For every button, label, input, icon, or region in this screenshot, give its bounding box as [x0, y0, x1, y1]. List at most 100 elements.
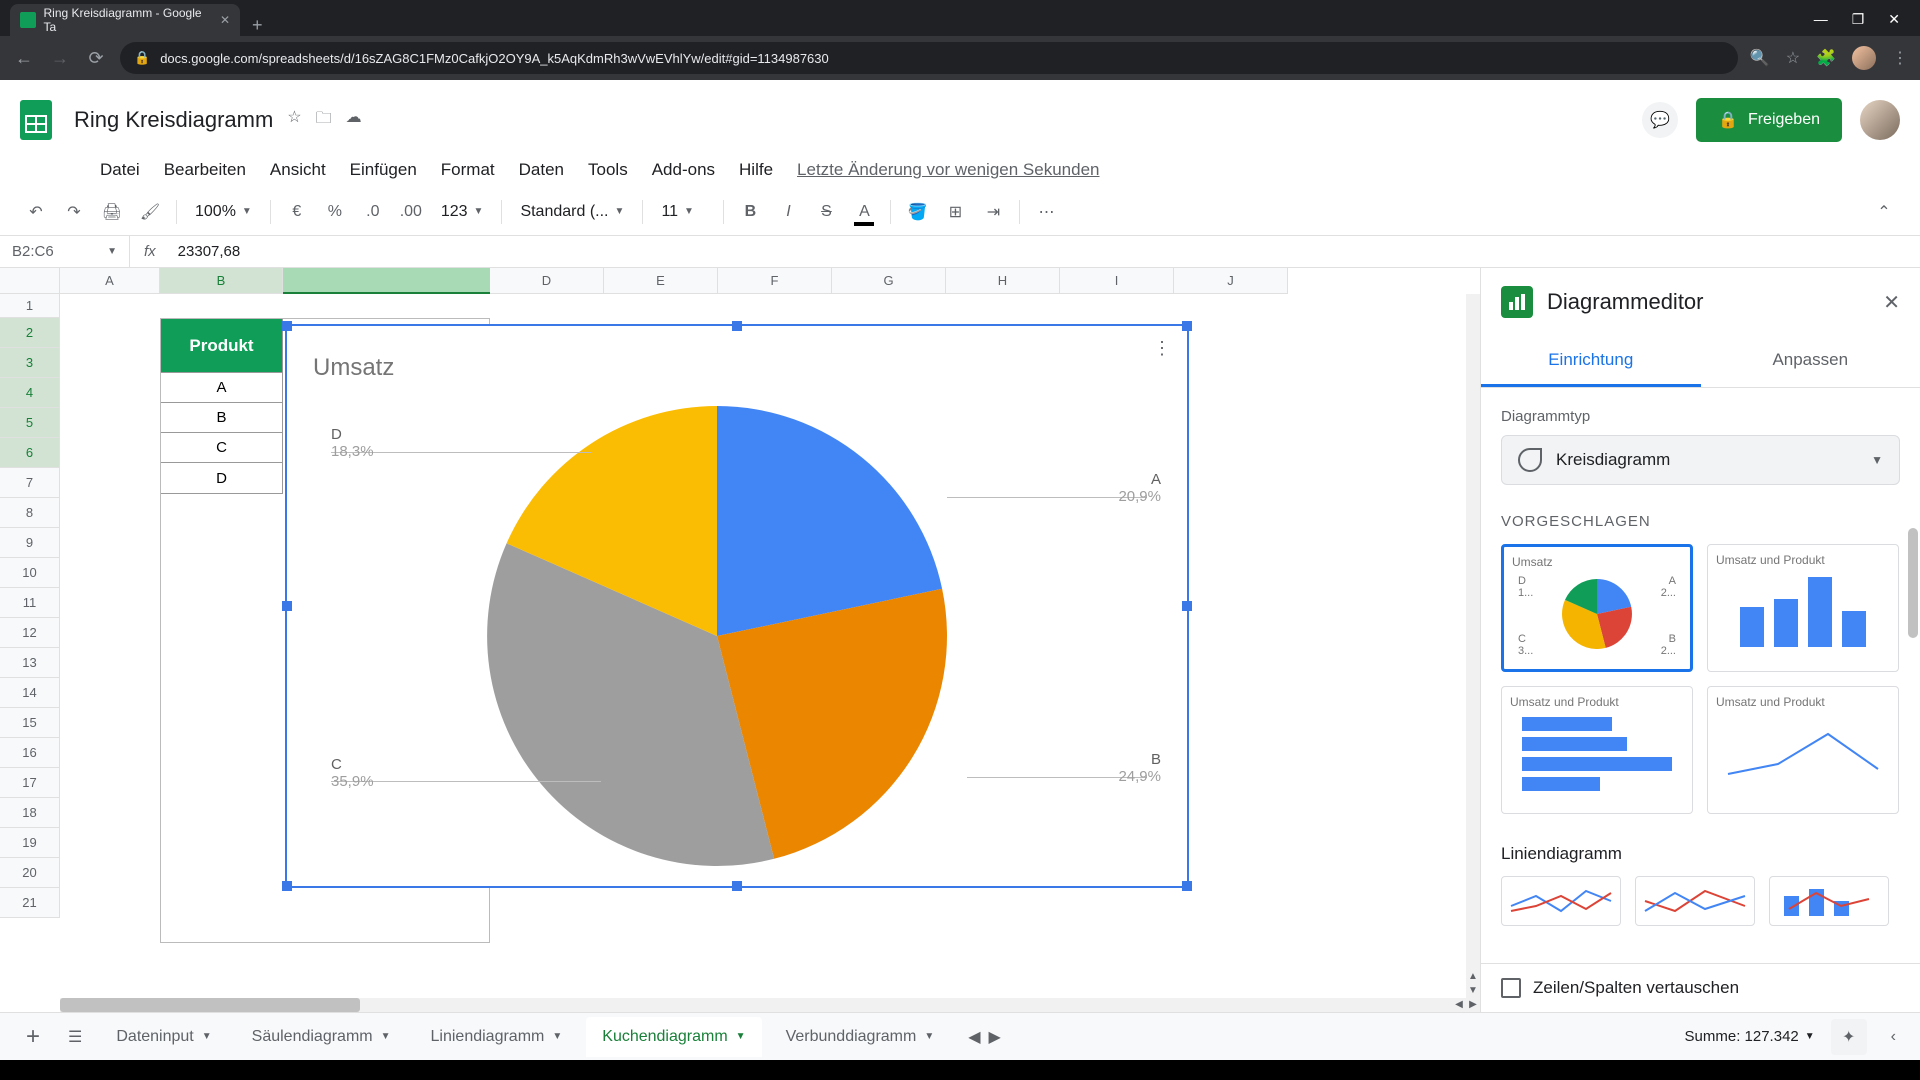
column-header[interactable]: C — [283, 268, 490, 294]
formula-input[interactable]: 23307,68 — [170, 243, 1920, 260]
decrease-decimal-button[interactable]: .0 — [357, 196, 389, 228]
chart-object[interactable]: ⋮ Umsatz — [285, 324, 1189, 888]
more-tools-button[interactable]: ⋯ — [1030, 196, 1062, 228]
last-edit-link[interactable]: Letzte Änderung vor wenigen Sekunden — [797, 160, 1099, 180]
name-box[interactable]: B2:C6▼ — [0, 236, 130, 267]
redo-button[interactable]: ↷ — [58, 196, 90, 228]
menu-tools[interactable]: Tools — [578, 156, 638, 184]
zoom-icon[interactable]: 🔍 — [1750, 48, 1770, 68]
row-header[interactable]: 13 — [0, 648, 60, 678]
suggestion-bar[interactable]: Umsatz und Produkt — [1501, 686, 1693, 814]
column-header[interactable]: E — [604, 268, 718, 294]
cloud-status-icon[interactable]: ☁ — [346, 107, 362, 134]
table-row[interactable]: C — [161, 433, 282, 463]
resize-handle[interactable] — [1182, 881, 1192, 891]
back-button[interactable]: ← — [12, 48, 36, 69]
row-header[interactable]: 19 — [0, 828, 60, 858]
menu-format[interactable]: Format — [431, 156, 505, 184]
minimize-icon[interactable]: — — [1814, 11, 1828, 28]
column-header[interactable]: D — [490, 268, 604, 294]
menu-daten[interactable]: Daten — [509, 156, 574, 184]
column-header[interactable]: F — [718, 268, 832, 294]
table-row[interactable]: B — [161, 403, 282, 433]
increase-decimal-button[interactable]: .00 — [395, 196, 427, 228]
star-icon[interactable]: ☆ — [1786, 48, 1800, 68]
paint-format-button[interactable]: 🖌 — [134, 196, 166, 228]
row-header[interactable]: 11 — [0, 588, 60, 618]
row-header[interactable]: 10 — [0, 558, 60, 588]
close-sidebar-button[interactable]: ✕ — [1883, 290, 1900, 315]
sheet-tab[interactable]: Verbunddiagramm▼ — [770, 1017, 951, 1057]
share-button[interactable]: 🔒 Freigeben — [1696, 98, 1842, 142]
resize-handle[interactable] — [1182, 601, 1192, 611]
row-header[interactable]: 6 — [0, 438, 60, 468]
zoom-select[interactable]: 100%▼ — [187, 203, 260, 221]
row-header[interactable]: 14 — [0, 678, 60, 708]
row-header[interactable]: 7 — [0, 468, 60, 498]
scroll-down-icon[interactable]: ▼ — [1466, 984, 1480, 998]
column-header[interactable]: G — [832, 268, 946, 294]
suggestion-column[interactable]: Umsatz und Produkt — [1707, 544, 1899, 672]
row-header[interactable]: 4 — [0, 378, 60, 408]
collapse-toolbar-button[interactable]: ⌃ — [1868, 196, 1900, 228]
table-row[interactable]: D — [161, 463, 282, 493]
scroll-left-icon[interactable]: ◀ — [1452, 998, 1466, 1012]
row-header[interactable]: 21 — [0, 888, 60, 918]
menu-ansicht[interactable]: Ansicht — [260, 156, 336, 184]
resize-handle[interactable] — [732, 321, 742, 331]
fill-color-button[interactable]: 🪣 — [901, 196, 933, 228]
menu-bearbeiten[interactable]: Bearbeiten — [154, 156, 256, 184]
merge-button[interactable]: ⇥ — [977, 196, 1009, 228]
scroll-up-icon[interactable]: ▲ — [1466, 970, 1480, 984]
row-header[interactable]: 16 — [0, 738, 60, 768]
sheets-logo[interactable] — [10, 94, 62, 146]
resize-handle[interactable] — [282, 321, 292, 331]
bold-button[interactable]: B — [734, 196, 766, 228]
chart-type-dropdown[interactable]: Kreisdiagramm ▼ — [1501, 435, 1900, 485]
comments-button[interactable]: 💬 — [1642, 102, 1678, 138]
resize-handle[interactable] — [282, 601, 292, 611]
url-field[interactable]: 🔒 docs.google.com/spreadsheets/d/16sZAG8… — [120, 42, 1738, 74]
profile-avatar[interactable] — [1860, 100, 1900, 140]
sidebar-scrollbar[interactable] — [1908, 528, 1918, 638]
tab-customize[interactable]: Anpassen — [1701, 336, 1920, 387]
menu-addons[interactable]: Add-ons — [642, 156, 725, 184]
tab-scroll-right-icon[interactable]: ▶ — [989, 1027, 1001, 1047]
maximize-icon[interactable]: ❐ — [1852, 11, 1865, 28]
close-window-icon[interactable]: ✕ — [1888, 11, 1900, 28]
row-header[interactable]: 20 — [0, 858, 60, 888]
document-title[interactable]: Ring Kreisdiagramm — [74, 107, 273, 133]
sheet-tab[interactable]: Liniendiagramm▼ — [415, 1017, 579, 1057]
new-tab-button[interactable]: + — [240, 15, 275, 36]
row-header[interactable]: 15 — [0, 708, 60, 738]
line-chart-option[interactable] — [1501, 876, 1621, 926]
vertical-scrollbar[interactable] — [1466, 294, 1480, 998]
browser-menu-icon[interactable]: ⋮ — [1892, 48, 1908, 68]
suggestion-pie[interactable]: Umsatz D1... A2... C3... B2... — [1501, 544, 1693, 672]
suggestion-line[interactable]: Umsatz und Produkt — [1707, 686, 1899, 814]
row-header[interactable]: 5 — [0, 408, 60, 438]
table-row[interactable]: A — [161, 373, 282, 403]
column-header[interactable]: H — [946, 268, 1060, 294]
row-header[interactable]: 3 — [0, 348, 60, 378]
reload-button[interactable]: ⟳ — [84, 48, 108, 69]
currency-button[interactable]: € — [281, 196, 313, 228]
close-tab-icon[interactable]: ✕ — [220, 13, 230, 27]
extensions-icon[interactable]: 🧩 — [1816, 48, 1836, 68]
select-all-corner[interactable] — [0, 268, 60, 294]
column-header[interactable]: I — [1060, 268, 1174, 294]
line-chart-option[interactable] — [1635, 876, 1755, 926]
resize-handle[interactable] — [282, 881, 292, 891]
forward-button[interactable]: → — [48, 48, 72, 69]
tab-scroll-left-icon[interactable]: ◀ — [968, 1027, 980, 1047]
line-chart-option[interactable] — [1769, 876, 1889, 926]
move-icon[interactable]: 🗀 — [316, 107, 332, 134]
column-header[interactable]: B — [160, 268, 283, 294]
text-color-button[interactable]: A — [848, 196, 880, 228]
row-header[interactable]: 17 — [0, 768, 60, 798]
percent-button[interactable]: % — [319, 196, 351, 228]
row-header[interactable]: 18 — [0, 798, 60, 828]
resize-handle[interactable] — [1182, 321, 1192, 331]
explore-button[interactable]: ✦ — [1831, 1019, 1867, 1055]
row-header[interactable]: 1 — [0, 294, 60, 318]
